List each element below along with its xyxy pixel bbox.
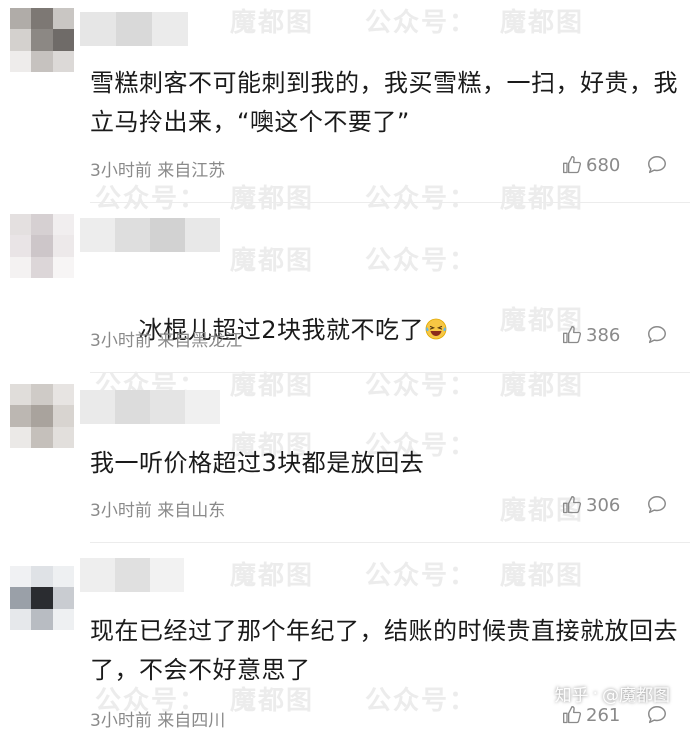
divider xyxy=(90,372,690,373)
avatar[interactable] xyxy=(10,8,74,72)
comment-meta: 3小时前 来自黑龙江 xyxy=(90,326,242,351)
avatar-pixel xyxy=(31,256,53,278)
avatar-pixel xyxy=(52,50,74,72)
divider xyxy=(90,542,690,543)
comment-bubble-icon[interactable] xyxy=(646,154,668,176)
watermark: 公众号： xyxy=(365,184,478,214)
comment-time: 3小时前 xyxy=(90,331,152,351)
watermark: 魔都图 xyxy=(500,184,585,214)
watermark: 魔都图 xyxy=(500,561,585,591)
zhihu-platform: 知乎 xyxy=(554,686,589,706)
laughing-crying-emoji-icon xyxy=(425,318,447,340)
avatar-pixel xyxy=(52,235,74,257)
avatar-pixel xyxy=(31,235,53,257)
like-count: 386 xyxy=(586,324,621,346)
comment-location: 来自四川 xyxy=(157,711,226,731)
thumbs-up-icon[interactable] xyxy=(562,325,582,345)
avatar-pixel xyxy=(31,50,53,72)
avatar-pixel xyxy=(52,214,74,236)
comment-bubble-icon[interactable] xyxy=(646,494,668,516)
watermark: 魔都图 xyxy=(230,184,315,214)
avatar-pixel xyxy=(52,426,74,448)
comment-actions: 306 xyxy=(562,494,668,516)
watermark: 魔都图 xyxy=(230,8,315,38)
username-blurred[interactable] xyxy=(80,558,184,592)
comment-meta: 3小时前 来自四川 xyxy=(90,706,225,731)
avatar-pixel xyxy=(52,587,74,609)
avatar-pixel xyxy=(31,405,53,427)
avatar-pixel xyxy=(10,405,32,427)
avatar-pixel xyxy=(52,8,74,30)
watermark: 魔都图 xyxy=(230,561,315,591)
avatar-pixel xyxy=(31,608,53,630)
avatar-pixel xyxy=(10,426,32,448)
zhihu-watermark: 知乎 · @魔都图 xyxy=(554,681,670,707)
comment-actions: 261 xyxy=(562,704,668,726)
comment-meta: 3小时前 来自山东 xyxy=(90,496,225,521)
avatar-pixel xyxy=(52,566,74,588)
watermark: 魔都图 xyxy=(500,8,585,38)
avatar-pixel xyxy=(10,384,32,406)
username-blurred[interactable] xyxy=(80,390,220,424)
thumbs-up-icon[interactable] xyxy=(562,495,582,515)
avatar-pixel xyxy=(52,384,74,406)
avatar-pixel xyxy=(10,8,32,30)
username-blurred[interactable] xyxy=(80,218,220,252)
avatar[interactable] xyxy=(10,384,74,448)
avatar-pixel xyxy=(31,214,53,236)
avatar[interactable] xyxy=(10,566,74,630)
avatar-pixel xyxy=(31,587,53,609)
comment-location: 来自江苏 xyxy=(157,161,226,181)
username-blurred[interactable] xyxy=(80,12,188,46)
comment-text: 现在已经过了那个年纪了，结账的时候贵直接就放回去了，不会不好意思了 xyxy=(90,617,678,684)
avatar[interactable] xyxy=(10,214,74,278)
comment-location: 来自山东 xyxy=(157,501,226,521)
thumbs-up-icon[interactable] xyxy=(562,705,582,725)
avatar-pixel xyxy=(52,405,74,427)
watermark: 公众号： xyxy=(95,184,208,214)
comment-bubble-icon[interactable] xyxy=(646,704,668,726)
avatar-pixel xyxy=(10,214,32,236)
avatar-pixel xyxy=(10,256,32,278)
avatar-pixel xyxy=(31,8,53,30)
watermark: 公众号： xyxy=(365,561,478,591)
like-count: 680 xyxy=(586,154,621,176)
avatar-pixel xyxy=(10,50,32,72)
avatar-pixel xyxy=(31,566,53,588)
comment-text: 雪糕刺客不可能刺到我的，我买雪糕，一扫，好贵，我立马拎出来，“噢这个不要了” xyxy=(90,69,678,136)
comment-bubble-icon[interactable] xyxy=(646,324,668,346)
avatar-pixel xyxy=(31,29,53,51)
avatar-pixel xyxy=(52,256,74,278)
thumbs-up-icon[interactable] xyxy=(562,155,582,175)
comment-location: 来自黑龙江 xyxy=(157,331,243,351)
comment-time: 3小时前 xyxy=(90,711,152,731)
comment-thread: 魔都图 公众号： 魔都图 公众号： 魔都图 公众号： 魔都图 魔都图 公众号： … xyxy=(0,0,690,734)
avatar-pixel xyxy=(10,29,32,51)
comment-actions: 680 xyxy=(562,154,668,176)
watermark: 公众号： xyxy=(365,8,478,38)
comment-actions: 386 xyxy=(562,324,668,346)
avatar-pixel xyxy=(52,608,74,630)
avatar-pixel xyxy=(10,566,32,588)
comment-time: 3小时前 xyxy=(90,161,152,181)
comment-text: 我一听价格超过3块都是放回去 xyxy=(90,449,425,477)
comment-meta: 3小时前 来自江苏 xyxy=(90,156,225,181)
like-count: 261 xyxy=(586,704,621,726)
avatar-pixel xyxy=(31,426,53,448)
avatar-pixel xyxy=(10,587,32,609)
avatar-pixel xyxy=(10,608,32,630)
avatar-pixel xyxy=(31,384,53,406)
avatar-pixel xyxy=(52,29,74,51)
comment-time: 3小时前 xyxy=(90,501,152,521)
avatar-pixel xyxy=(10,235,32,257)
zhihu-account: @魔都图 xyxy=(602,686,670,706)
like-count: 306 xyxy=(586,494,621,516)
divider xyxy=(90,202,690,203)
